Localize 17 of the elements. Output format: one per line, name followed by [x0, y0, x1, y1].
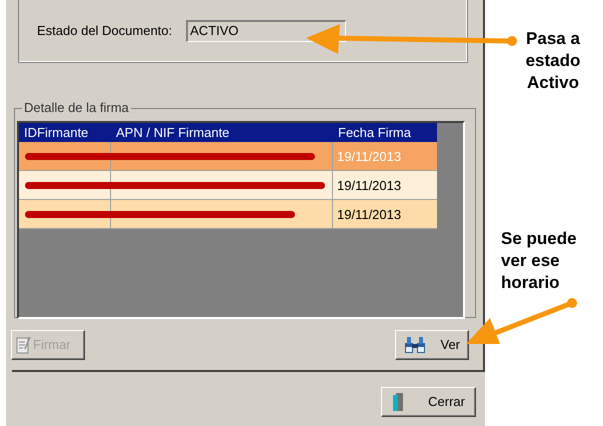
signed-document-icon [16, 335, 32, 355]
column-header: Fecha Firma [337, 124, 412, 142]
table-row[interactable]: 19/11/2013 [19, 171, 437, 200]
close-button[interactable]: Cerrar [381, 387, 476, 417]
view-button[interactable]: Ver [395, 330, 469, 360]
status-label: Estado del Documento: [37, 22, 172, 40]
door-icon [392, 392, 404, 412]
annotation-text: Se puede ver ese horario [501, 228, 578, 294]
table-row[interactable]: 19/11/2013 [19, 200, 437, 229]
column-header: APN / NIF Firmante [115, 124, 230, 142]
annotation-text: Pasa a estado Activo [524, 28, 582, 94]
table-cell-text: 19/11/2013 [336, 177, 402, 195]
table-cell-text: 19/11/2013 [336, 148, 402, 166]
table-cell-text: 19/11/2013 [336, 206, 402, 224]
column-header: IDFirmante [23, 124, 90, 142]
status-field: ACTIVO [186, 20, 346, 42]
binoculars-icon [404, 336, 426, 354]
